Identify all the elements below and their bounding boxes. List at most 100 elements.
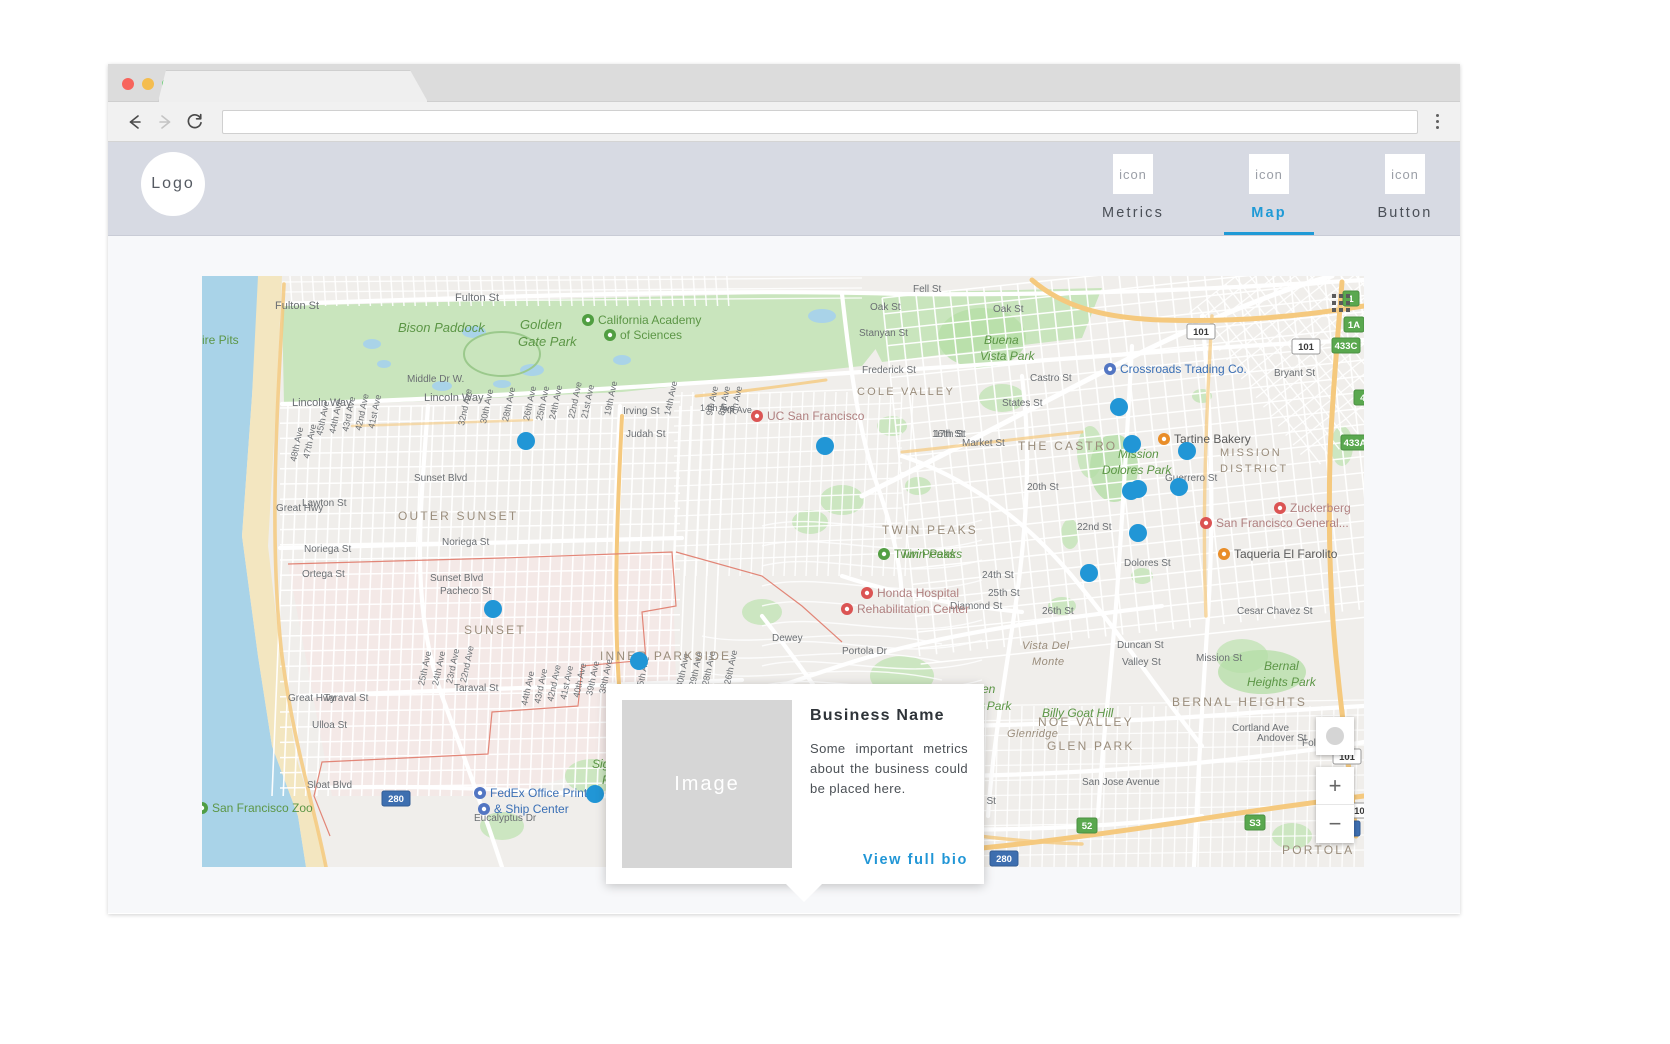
svg-text:NOE VALLEY: NOE VALLEY — [1038, 715, 1134, 729]
svg-text:San Francisco Zoo: San Francisco Zoo — [212, 801, 313, 815]
svg-text:433C: 433C — [1335, 341, 1358, 352]
app-logo-label: Logo — [151, 175, 195, 193]
svg-text:San Francisco General...: San Francisco General... — [1216, 516, 1349, 530]
svg-text:Bison Paddock: Bison Paddock — [398, 320, 486, 335]
svg-text:Glenridge: Glenridge — [1007, 728, 1058, 740]
back-button[interactable] — [120, 107, 150, 137]
svg-text:OUTER SUNSET: OUTER SUNSET — [398, 509, 518, 523]
app-header: Logo icon Metrics icon Map icon Button — [108, 142, 1460, 236]
svg-text:Stanyan St: Stanyan St — [859, 328, 908, 339]
svg-text:Dewey: Dewey — [772, 633, 803, 644]
business-description: Some important metrics about the busines… — [810, 739, 968, 799]
svg-text:Heights Park: Heights Park — [1247, 675, 1317, 689]
svg-text:Andover St: Andover St — [1257, 733, 1307, 744]
close-window-button[interactable] — [122, 78, 134, 90]
arrow-left-icon — [125, 112, 145, 132]
svg-text:Rehabilitation Center: Rehabilitation Center — [857, 602, 969, 616]
svg-text:Mission St: Mission St — [1196, 653, 1242, 664]
svg-text:Bryant St: Bryant St — [1274, 368, 1315, 379]
svg-text:101: 101 — [1193, 327, 1210, 338]
svg-text:Fulton St: Fulton St — [275, 300, 319, 312]
svg-text:Dolores Park: Dolores Park — [1102, 463, 1172, 477]
svg-text:Monte: Monte — [1032, 656, 1065, 668]
svg-text:25th St: 25th St — [988, 588, 1020, 599]
svg-text:433: 433 — [1360, 393, 1364, 404]
zoom-out-button[interactable]: − — [1316, 805, 1354, 843]
map-pin — [1122, 482, 1140, 500]
browser-titlebar — [108, 64, 1460, 102]
svg-text:24th St: 24th St — [982, 570, 1014, 581]
forward-button[interactable] — [150, 107, 180, 137]
svg-text:Cesar Chavez St: Cesar Chavez St — [1237, 606, 1313, 617]
svg-text:Pacheco St: Pacheco St — [440, 586, 491, 597]
reload-button[interactable] — [180, 107, 210, 137]
svg-text:Honda Hospital: Honda Hospital — [877, 586, 959, 600]
svg-text:Lincoln Way: Lincoln Way — [424, 392, 484, 404]
svg-text:Duncan St: Duncan St — [1117, 640, 1164, 651]
svg-text:Fulton St: Fulton St — [455, 292, 499, 304]
button-icon: icon — [1385, 154, 1425, 194]
svg-text:THE CASTRO: THE CASTRO — [1018, 439, 1117, 453]
apps-grid-icon[interactable] — [1330, 292, 1352, 314]
svg-text:Sunset Blvd: Sunset Blvd — [414, 473, 467, 484]
svg-text:DISTRICT: DISTRICT — [1220, 463, 1288, 475]
svg-text:Castro St: Castro St — [1030, 373, 1072, 384]
svg-text:& Ship Center: & Ship Center — [494, 802, 569, 816]
kebab-menu-icon — [1436, 114, 1439, 117]
map-pin — [630, 652, 648, 670]
nav-item-button[interactable]: icon Button — [1366, 154, 1444, 235]
pegman-control[interactable] — [1316, 717, 1354, 755]
svg-text:COLE VALLEY: COLE VALLEY — [857, 386, 955, 398]
arrow-right-icon — [155, 112, 175, 132]
svg-text:MISSION: MISSION — [1220, 447, 1282, 459]
business-card-body: Business Name Some important metrics abo… — [792, 700, 968, 868]
kebab-menu-icon — [1436, 120, 1439, 123]
svg-text:Vista Del: Vista Del — [1022, 640, 1070, 652]
svg-text:ire Pits: ire Pits — [202, 333, 239, 347]
app-nav: icon Metrics icon Map icon Button — [1094, 154, 1444, 235]
map-pin — [1170, 478, 1188, 496]
view-full-bio-link[interactable]: View full bio — [810, 852, 968, 868]
browser-window: Logo icon Metrics icon Map icon Button — [108, 64, 1460, 914]
svg-text:Bernal: Bernal — [1264, 659, 1299, 673]
nav-item-map[interactable]: icon Map — [1230, 154, 1308, 235]
svg-text:22nd St: 22nd St — [1077, 522, 1112, 533]
browser-toolbar — [108, 102, 1460, 142]
nav-item-map-label: Map — [1251, 205, 1287, 221]
page-body: Fulton StFulton StLincoln WayLincoln Way… — [108, 236, 1460, 913]
svg-text:Valley St: Valley St — [1122, 657, 1161, 668]
svg-text:Great Hwy: Great Hwy — [276, 503, 323, 514]
svg-text:Dolores St: Dolores St — [1124, 558, 1171, 569]
metrics-icon-label: icon — [1119, 167, 1147, 182]
metrics-icon: icon — [1113, 154, 1153, 194]
browser-menu-button[interactable] — [1426, 107, 1448, 137]
zoom-in-button[interactable]: + — [1316, 767, 1354, 805]
map-pin — [1178, 442, 1196, 460]
svg-text:20th St: 20th St — [1027, 482, 1059, 493]
svg-text:Buena: Buena — [984, 333, 1019, 347]
address-bar[interactable] — [222, 110, 1418, 134]
minimize-window-button[interactable] — [142, 78, 154, 90]
svg-text:Ulloa St: Ulloa St — [312, 720, 347, 731]
svg-text:Vista Park: Vista Park — [980, 349, 1035, 363]
svg-text:S3: S3 — [1249, 818, 1261, 829]
nav-item-metrics[interactable]: icon Metrics — [1094, 154, 1172, 235]
svg-text:101: 101 — [1298, 342, 1315, 353]
nav-item-button-label: Button — [1377, 205, 1432, 221]
pegman-icon — [1326, 727, 1344, 745]
kebab-menu-icon — [1436, 126, 1439, 129]
reload-icon — [185, 112, 205, 132]
svg-text:UC San Francisco: UC San Francisco — [767, 409, 865, 423]
map-pin — [1080, 564, 1098, 582]
map-pin — [1123, 435, 1141, 453]
app-logo[interactable]: Logo — [141, 152, 205, 216]
svg-text:PORTOLA: PORTOLA — [1282, 843, 1354, 857]
browser-tab[interactable] — [158, 70, 428, 102]
svg-text:Golden: Golden — [520, 317, 562, 332]
svg-text:Ortega St: Ortega St — [302, 569, 345, 580]
map-pin — [1129, 524, 1147, 542]
svg-text:San Jose Avenue: San Jose Avenue — [1082, 777, 1160, 788]
svg-text:26th St: 26th St — [1042, 606, 1074, 617]
svg-text:Gate Park: Gate Park — [518, 334, 578, 349]
svg-text:Sloat Blvd: Sloat Blvd — [307, 780, 352, 791]
